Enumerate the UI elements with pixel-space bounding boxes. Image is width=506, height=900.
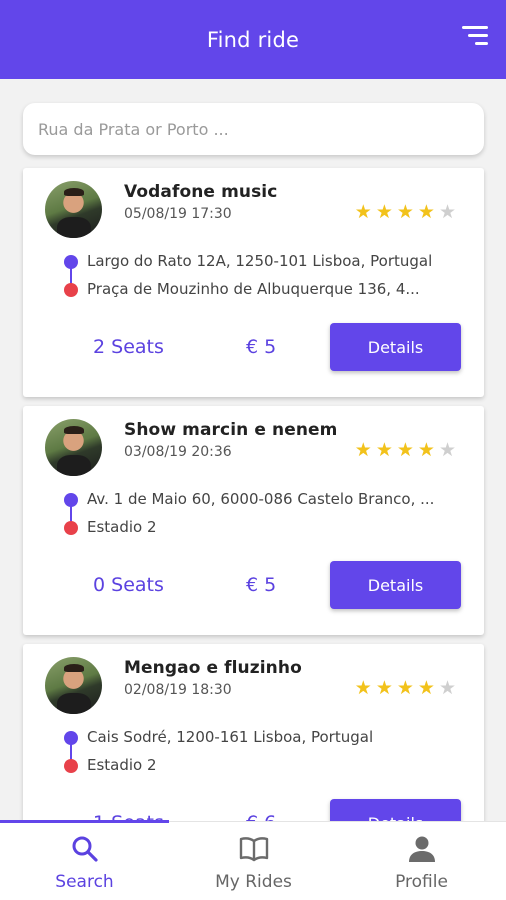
nav-tab-my-rides[interactable]: My Rides [169, 822, 338, 900]
page-title: Find ride [206, 27, 300, 52]
app-bar: Find ride [0, 0, 506, 79]
destination-dot-icon [64, 283, 78, 297]
bottom-navigation: Search My Rides Profile [0, 820, 506, 900]
nav-label: Profile [395, 872, 448, 892]
ride-card[interactable]: Vodafone music 05/08/19 17:30 ★ ★ ★ ★ ★ Larg… [23, 168, 484, 397]
star-icon: ★ [438, 439, 456, 461]
star-icon: ★ [396, 201, 414, 223]
filter-button[interactable] [460, 26, 488, 52]
ride-title: Vodafone music [124, 182, 278, 202]
destination-dot-icon [64, 521, 78, 535]
ride-title: Mengao e fluzinho [124, 658, 302, 678]
origin-address: Largo do Rato 12A, 1250-101 Lisboa, Port… [87, 252, 433, 270]
ride-date: 02/08/19 18:30 [124, 682, 232, 698]
star-icon: ★ [417, 201, 435, 223]
ride-price: € 5 [246, 574, 277, 596]
destination-address: Praça de Mouzinho de Albuquerque 136, 4.… [87, 280, 420, 298]
ride-date: 05/08/19 17:30 [124, 206, 232, 222]
seats-count: 2 Seats [93, 336, 164, 358]
person-icon [408, 834, 436, 864]
filter-icon [462, 26, 488, 29]
ride-price: € 6 [246, 812, 276, 821]
ride-date: 03/08/19 20:36 [124, 444, 232, 460]
avatar [45, 181, 102, 238]
search-box[interactable] [23, 103, 484, 155]
rides-content[interactable]: Vodafone music 05/08/19 17:30 ★★★★★ Larg… [0, 79, 506, 821]
origin-address: Cais Sodré, 1200-161 Lisboa, Portugal [87, 728, 374, 746]
ride-title: Show marcin e nenem [124, 420, 338, 440]
rating-stars: ★ ★ ★ ★ ★ [355, 202, 456, 222]
avatar [45, 419, 102, 476]
star-icon: ★ [375, 677, 393, 699]
rating-stars: ★ ★ ★ ★ ★ [355, 678, 456, 698]
star-icon: ★ [375, 201, 393, 223]
star-icon: ★ [396, 439, 414, 461]
avatar [45, 657, 102, 714]
star-icon: ★ [354, 201, 372, 223]
ride-card[interactable]: Show marcin e nenem 03/08/19 20:36 ★ ★ ★ ★ ★… [23, 406, 484, 635]
nav-tab-search[interactable]: Search [0, 822, 169, 900]
ride-card[interactable]: Mengao e fluzinho 02/08/19 18:30 ★ ★ ★ ★ ★ C… [23, 644, 484, 821]
details-button[interactable]: Details [330, 323, 461, 371]
star-icon: ★ [417, 439, 435, 461]
details-button[interactable]: Details [330, 561, 461, 609]
destination-address: Estadio 2 [87, 756, 157, 774]
star-icon: ★ [375, 439, 393, 461]
seats-count: 0 Seats [93, 574, 164, 596]
search-input[interactable] [38, 119, 484, 139]
star-icon: ★ [438, 677, 456, 699]
destination-dot-icon [64, 759, 78, 773]
star-icon: ★ [354, 677, 372, 699]
book-icon [239, 834, 269, 864]
destination-address: Estadio 2 [87, 518, 157, 536]
star-icon: ★ [438, 201, 456, 223]
ride-price: € 5 [246, 336, 277, 358]
search-icon [71, 834, 99, 864]
nav-label: Search [55, 872, 114, 892]
nav-tab-profile[interactable]: Profile [337, 822, 506, 900]
star-icon: ★ [354, 439, 372, 461]
rating-stars: ★ ★ ★ ★ ★ [355, 440, 456, 460]
nav-label: My Rides [215, 872, 292, 892]
star-icon: ★ [417, 677, 435, 699]
details-button[interactable]: Details [330, 799, 461, 821]
star-icon: ★ [396, 677, 414, 699]
origin-address: Av. 1 de Maio 60, 6000-086 Castelo Branc… [87, 490, 435, 508]
